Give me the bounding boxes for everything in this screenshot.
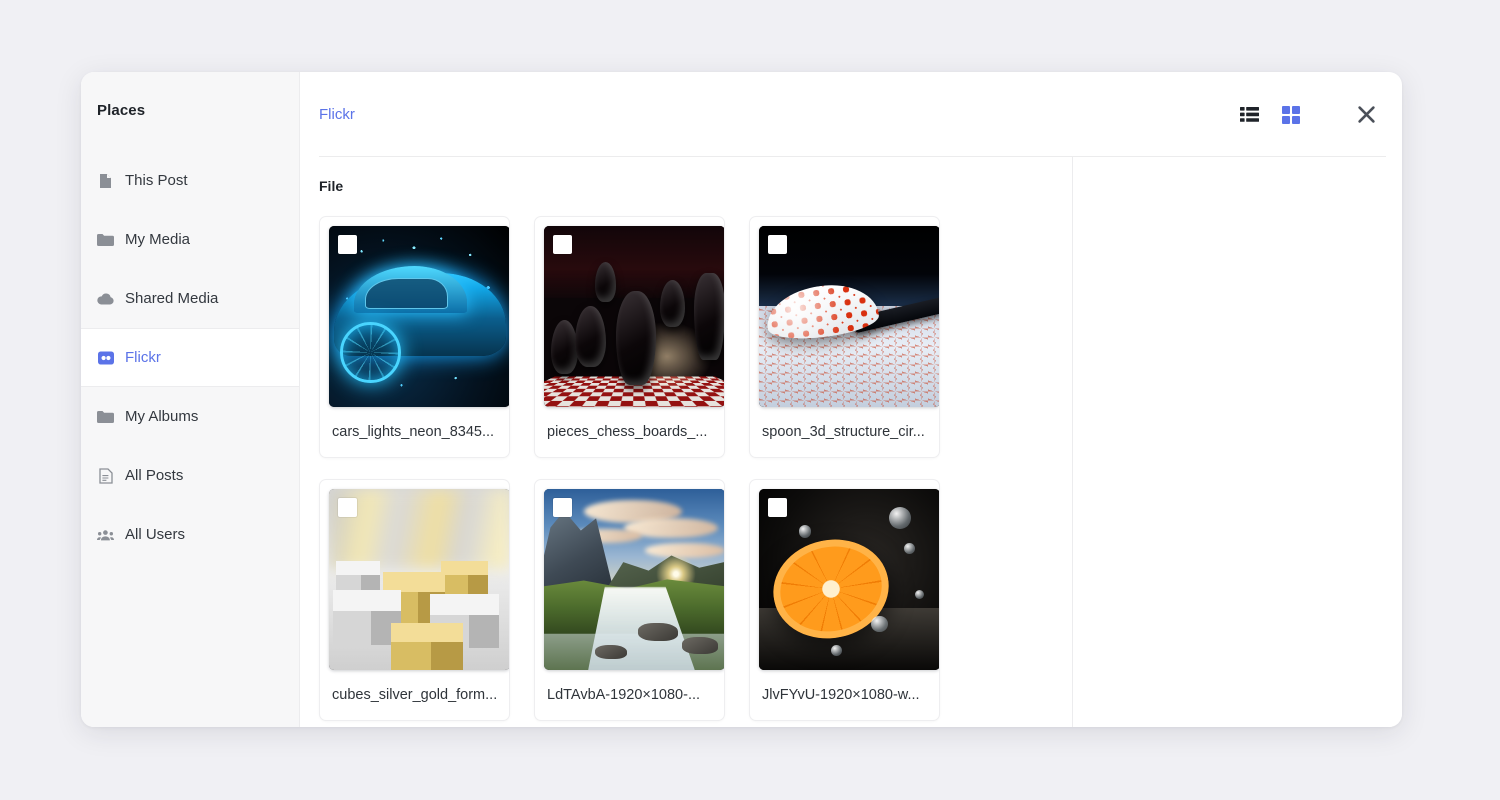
- sidebar-title: Places: [97, 102, 146, 119]
- breadcrumb[interactable]: Flickr: [319, 106, 355, 123]
- file-thumbnail[interactable]: [759, 489, 939, 670]
- main-panel: Flickr File cars_lights_neon_8345... pie…: [300, 72, 1402, 727]
- sidebar-item-my-albums[interactable]: My Albums: [81, 387, 299, 446]
- file-name: cars_lights_neon_8345...: [332, 424, 495, 440]
- file-select-checkbox[interactable]: [768, 235, 787, 254]
- sidebar-item-all-posts[interactable]: All Posts: [81, 446, 299, 505]
- file-select-checkbox[interactable]: [768, 498, 787, 517]
- sidebar-item-label: Flickr: [125, 349, 161, 366]
- close-button[interactable]: [1355, 104, 1377, 126]
- dialog-header: Flickr: [300, 72, 1402, 157]
- file-card[interactable]: LdTAvbA-1920×1080-...: [534, 479, 725, 721]
- sidebar-item-shared-media[interactable]: Shared Media: [81, 269, 299, 328]
- media-picker-dialog: Places This Post My Media Shared Media F…: [81, 72, 1402, 727]
- file-thumbnail[interactable]: [544, 489, 724, 670]
- document-icon: [97, 172, 114, 189]
- file-select-checkbox[interactable]: [338, 235, 357, 254]
- document-lines-icon: [97, 467, 114, 484]
- sidebar-item-label: This Post: [125, 172, 188, 189]
- file-name: LdTAvbA-1920×1080-...: [547, 687, 701, 703]
- file-name: JlvFYvU-1920×1080-w...: [762, 687, 920, 703]
- file-card[interactable]: cars_lights_neon_8345...: [319, 216, 510, 458]
- file-card[interactable]: JlvFYvU-1920×1080-w...: [749, 479, 940, 721]
- file-thumbnail[interactable]: [329, 489, 509, 670]
- file-select-checkbox[interactable]: [553, 498, 572, 517]
- file-select-checkbox[interactable]: [338, 498, 357, 517]
- file-thumbnail[interactable]: [329, 226, 509, 407]
- sidebar-item-flickr[interactable]: Flickr: [81, 328, 299, 387]
- header-actions: [1238, 104, 1386, 126]
- details-pane: [1073, 157, 1402, 727]
- file-select-checkbox[interactable]: [553, 235, 572, 254]
- dialog-body: File cars_lights_neon_8345... pieces_che…: [300, 157, 1402, 727]
- sidebar-item-all-users[interactable]: All Users: [81, 505, 299, 564]
- users-icon: [97, 526, 114, 543]
- sidebar-item-this-post[interactable]: This Post: [81, 151, 299, 210]
- sidebar-nav-list: This Post My Media Shared Media Flickr M…: [81, 151, 299, 564]
- file-thumbnail[interactable]: [759, 226, 939, 407]
- sidebar: Places This Post My Media Shared Media F…: [81, 72, 300, 727]
- screen: Places This Post My Media Shared Media F…: [0, 0, 1500, 800]
- sidebar-item-label: All Posts: [125, 467, 184, 484]
- file-thumbnail[interactable]: [544, 226, 724, 407]
- sidebar-item-label: My Albums: [125, 408, 199, 425]
- folder-icon: [97, 408, 114, 425]
- grid-view-button[interactable]: [1280, 104, 1302, 126]
- flickr-icon: [97, 349, 114, 366]
- file-card[interactable]: cubes_silver_gold_form...: [319, 479, 510, 721]
- folder-icon: [97, 231, 114, 248]
- sidebar-item-label: My Media: [125, 231, 191, 248]
- sidebar-item-label: Shared Media: [125, 290, 219, 307]
- file-card[interactable]: pieces_chess_boards_...: [534, 216, 725, 458]
- file-name: pieces_chess_boards_...: [547, 424, 708, 440]
- cloud-icon: [97, 290, 114, 307]
- file-name: cubes_silver_gold_form...: [332, 687, 498, 703]
- file-card[interactable]: spoon_3d_structure_cir...: [749, 216, 940, 458]
- files-pane: File cars_lights_neon_8345... pieces_che…: [300, 157, 1073, 727]
- file-name: spoon_3d_structure_cir...: [762, 424, 925, 440]
- section-title: File: [319, 178, 344, 194]
- file-grid: cars_lights_neon_8345... pieces_chess_bo…: [319, 216, 1072, 721]
- sidebar-item-my-media[interactable]: My Media: [81, 210, 299, 269]
- list-view-button[interactable]: [1238, 104, 1260, 126]
- sidebar-item-label: All Users: [125, 526, 186, 543]
